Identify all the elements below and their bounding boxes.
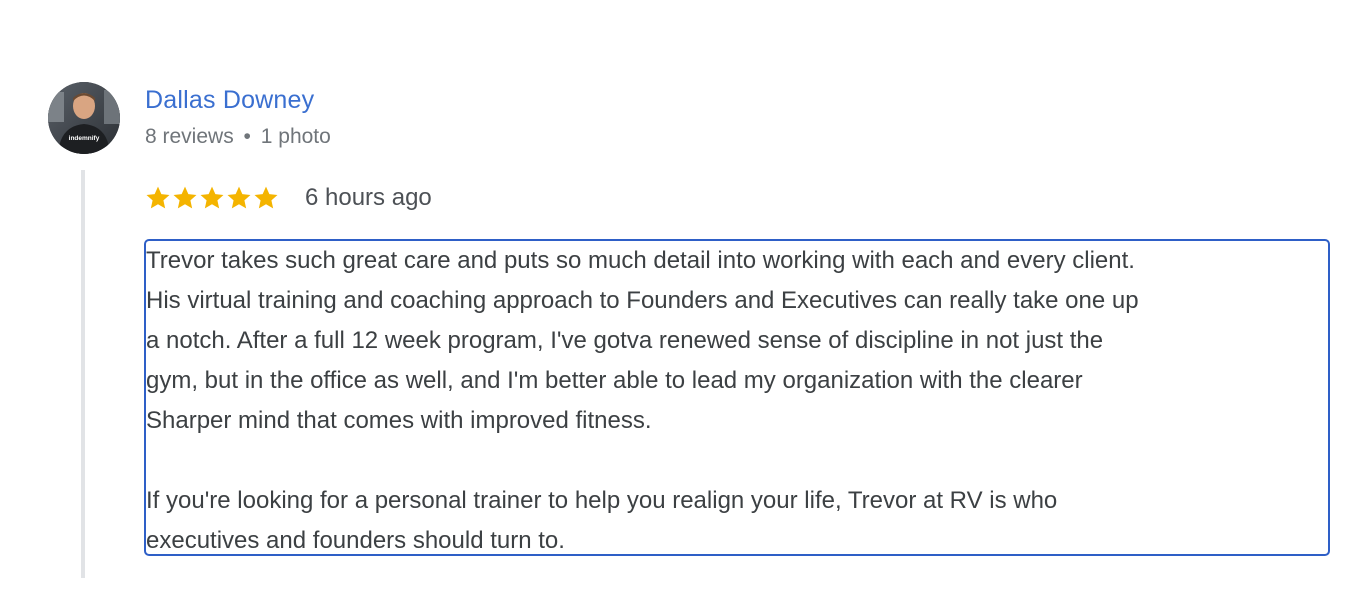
author-name-link[interactable]: Dallas Downey xyxy=(145,86,314,115)
avatar-photo: indemnify xyxy=(48,82,120,154)
review-time: 6 hours ago xyxy=(305,184,432,211)
star-icon xyxy=(200,186,224,209)
review-count: 8 reviews xyxy=(145,125,234,148)
review-card: indemnify Dallas Downey 8 reviews • 1 ph… xyxy=(0,0,1368,590)
rating-row: 6 hours ago xyxy=(145,181,432,215)
star-icon xyxy=(146,186,170,209)
star-icon xyxy=(254,186,278,209)
meta-separator: • xyxy=(243,125,251,148)
thread-divider xyxy=(81,170,85,578)
star-icon xyxy=(173,186,197,209)
star-icon xyxy=(227,186,251,209)
avatar-shirt-text: indemnify xyxy=(69,135,100,142)
photo-count: 1 photo xyxy=(260,125,331,148)
star-rating xyxy=(145,185,279,211)
avatar[interactable]: indemnify xyxy=(48,82,120,154)
author-meta: 8 reviews • 1 photo xyxy=(145,125,331,149)
review-text[interactable]: Trevor takes such great care and puts so… xyxy=(144,239,1330,556)
